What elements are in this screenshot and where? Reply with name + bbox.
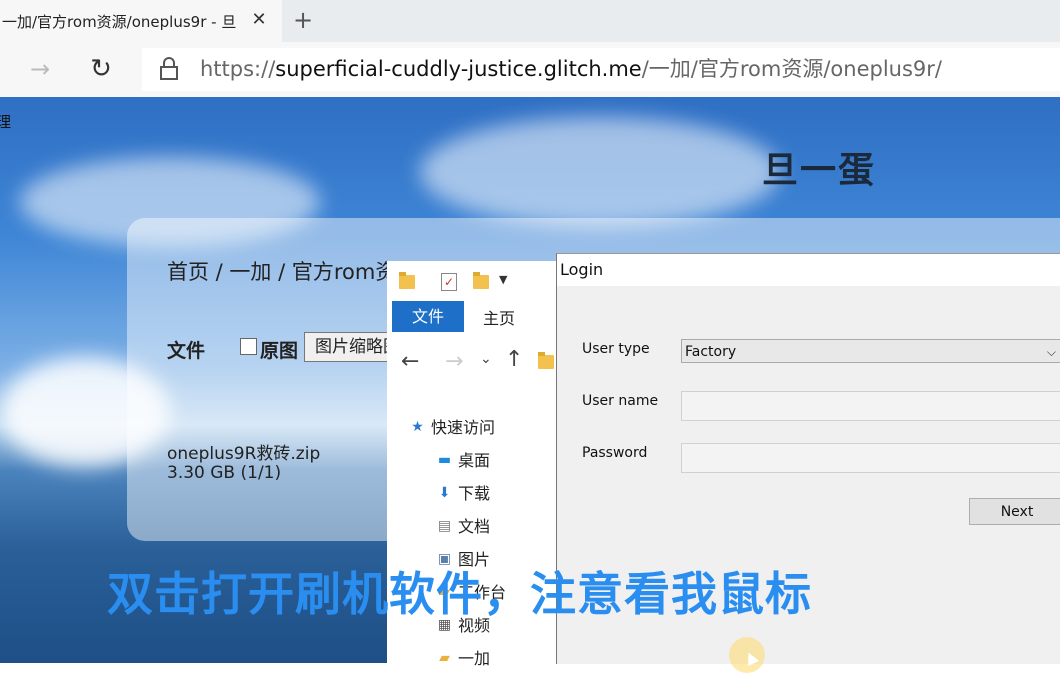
file-label: 文件 bbox=[167, 340, 206, 362]
tab-bar: 一加/官方rom资源/oneplus9r - 旦 ✕ + bbox=[0, 0, 1060, 42]
user-type-label: User type bbox=[582, 341, 650, 357]
new-tab-icon[interactable]: + bbox=[289, 6, 317, 34]
customize-arrow-icon[interactable]: ▼ bbox=[499, 273, 507, 286]
nav-item-label: 文档 bbox=[458, 517, 491, 536]
nav-item[interactable]: ★ 快速访问 bbox=[411, 416, 496, 440]
user-name-input[interactable] bbox=[681, 391, 1060, 421]
password-label: Password bbox=[582, 445, 648, 461]
url-host: superficial-cuddly-justice.glitch.me bbox=[275, 57, 642, 81]
dialog-title: Login bbox=[560, 260, 604, 279]
user-name-label: User name bbox=[582, 393, 659, 409]
document-icon: ▤ bbox=[437, 518, 452, 534]
video-subtitle: 双击打开刷机软件，注意看我鼠标 bbox=[107, 567, 812, 621]
dialog-titlebar[interactable]: Login bbox=[557, 254, 1060, 286]
nav-item-label: 一加 bbox=[458, 649, 491, 668]
tab-file[interactable]: 文件 bbox=[392, 301, 464, 332]
explorer-nav: ← → ⌄ ↑ bbox=[387, 341, 557, 381]
forward-icon[interactable]: → bbox=[26, 55, 54, 83]
nav-item-label: 桌面 bbox=[458, 451, 491, 470]
tab-title: 一加/官方rom资源/oneplus9r - 旦 bbox=[2, 12, 237, 31]
folder-icon bbox=[399, 272, 415, 289]
nav-item-label: 下载 bbox=[458, 484, 491, 503]
nav-item[interactable]: ⬇ 下载 bbox=[439, 482, 491, 506]
up-icon[interactable]: ↑ bbox=[505, 347, 523, 372]
user-type-select[interactable]: Factory ⌵ bbox=[681, 339, 1060, 363]
close-tab-icon[interactable]: ✕ bbox=[248, 9, 270, 31]
user-type-value: Factory bbox=[685, 344, 737, 360]
url-path: /一加/官方rom资源/oneplus9r/ bbox=[641, 57, 942, 81]
navigation-bar: → ↻ https://superficial-cuddly-justice.g… bbox=[0, 42, 1060, 97]
cloud-decoration bbox=[420, 117, 780, 227]
ribbon-tabs: 文件 主页 bbox=[387, 301, 557, 333]
star-icon: ★ bbox=[411, 419, 424, 435]
password-input[interactable] bbox=[681, 443, 1060, 473]
site-title[interactable]: 旦一蛋 bbox=[762, 141, 876, 193]
original-label: 原图 bbox=[260, 340, 299, 362]
download-icon: ⬇ bbox=[438, 485, 451, 501]
quick-access-toolbar: ✓ ▼ bbox=[387, 261, 557, 302]
folder-icon: ▰ bbox=[439, 650, 450, 666]
back-icon[interactable]: ← bbox=[401, 349, 419, 374]
corner-text: 理 bbox=[0, 113, 12, 131]
new-folder-icon[interactable] bbox=[473, 272, 489, 289]
picture-icon: ▣ bbox=[437, 551, 452, 567]
browser-tab[interactable]: 一加/官方rom资源/oneplus9r - 旦 ✕ bbox=[0, 0, 282, 42]
nav-item[interactable]: ▤ 文档 bbox=[438, 515, 491, 539]
nav-item[interactable]: ▬ 桌面 bbox=[438, 449, 491, 473]
url-text[interactable]: https://superficial-cuddly-justice.glitc… bbox=[200, 57, 942, 81]
forward-icon[interactable]: → bbox=[445, 349, 463, 374]
nav-item[interactable]: ▰ 一加 bbox=[439, 647, 491, 671]
url-scheme: https:// bbox=[200, 57, 276, 81]
reload-icon[interactable]: ↻ bbox=[86, 55, 116, 83]
file-size: 3.30 GB (1/1) bbox=[167, 463, 282, 483]
nav-item-label: 快速访问 bbox=[431, 418, 496, 437]
address-bar[interactable]: https://superficial-cuddly-justice.glitc… bbox=[142, 48, 1060, 91]
file-name-link[interactable]: oneplus9R救砖.zip bbox=[167, 445, 320, 463]
properties-icon[interactable]: ✓ bbox=[441, 273, 457, 291]
recent-chevron-icon[interactable]: ⌄ bbox=[480, 351, 492, 367]
desktop-icon: ▬ bbox=[437, 452, 452, 468]
chevron-down-icon[interactable]: ⌵ bbox=[1047, 340, 1056, 364]
original-checkbox[interactable] bbox=[240, 338, 257, 355]
breadcrumb[interactable]: 首页 / 一加 / 官方rom资源 bbox=[167, 256, 417, 286]
next-button[interactable]: Next bbox=[969, 498, 1060, 525]
tab-home[interactable]: 主页 bbox=[483, 305, 515, 329]
lock-icon bbox=[160, 57, 178, 80]
folder-icon bbox=[538, 352, 554, 369]
